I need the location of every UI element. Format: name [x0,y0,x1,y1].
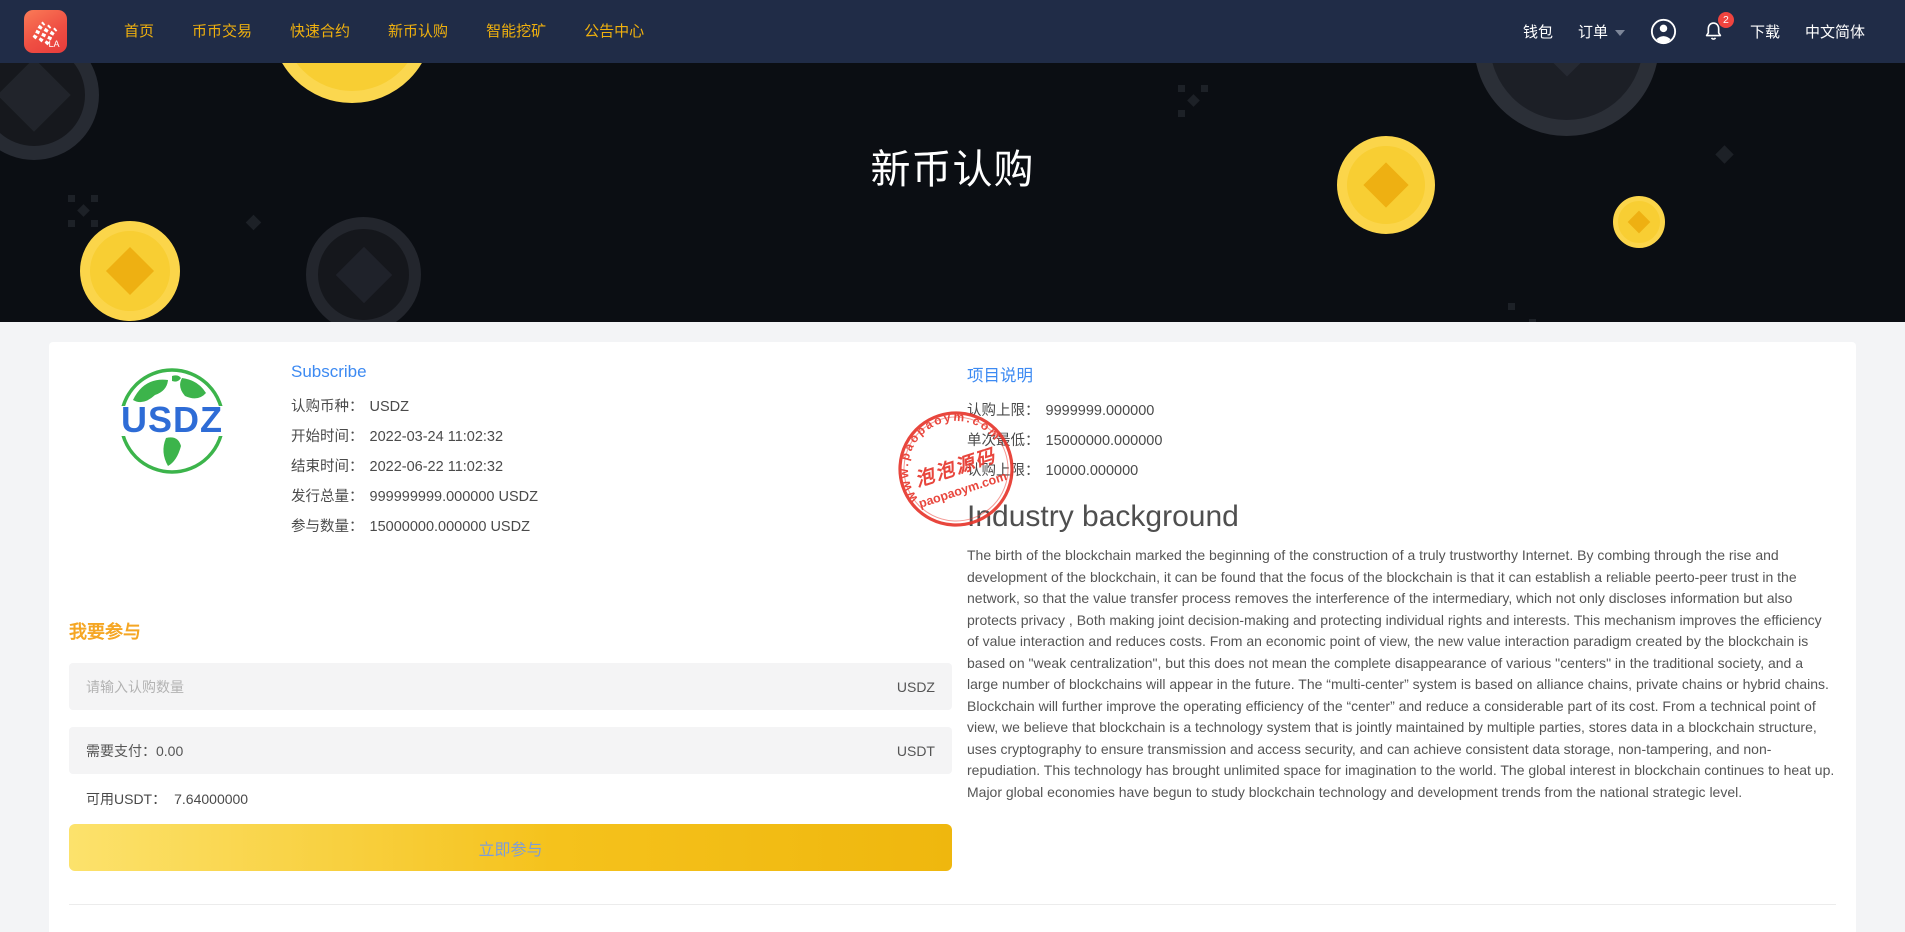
ribbon-logo-icon: LA [32,21,60,49]
nav-item-home[interactable]: 首页 [105,0,173,63]
usdz-logo-text: USDZ [121,399,223,440]
available-balance: 可用USDT： 7.64000000 [86,791,249,807]
language-selector[interactable]: 中文简体 [1805,21,1865,42]
usdz-globe-logo: USDZ [110,365,234,542]
gold-coin-decoration [80,221,180,321]
user-avatar-icon[interactable] [1650,18,1677,45]
dots-decoration [68,195,100,227]
orders-label: 订单 [1577,24,1608,41]
nav-item-smart-mining[interactable]: 智能挖矿 [467,0,565,63]
pay-unit-label: USDT [896,742,935,759]
gold-coin-decoration [1613,196,1665,248]
pay-amount: 需要支付：0.00 [86,742,184,759]
diamond-decoration [245,214,262,231]
participate-heading: 我要参与 [69,622,141,642]
subscribe-heading: Subscribe [291,362,367,381]
page-title: 新币认购 [870,148,1035,192]
project-description-panel: 项目说明 认购上限： 9999999.000000 单次最低： 15000000.0… [952,362,1836,871]
notification-badge: 2 [1717,12,1734,28]
amount-input[interactable] [86,678,897,695]
industry-background-heading: Industry background [967,500,1239,533]
participation-amount-row: 参与数量： 15000000.000000 USDZ [291,519,530,535]
orders-dropdown[interactable]: 订单 [1578,21,1625,42]
subscription-cap-row: 认购上限： 9999999.000000 [967,403,1155,419]
notification-bell-icon[interactable]: 2 [1702,12,1734,43]
nav-item-quick-contract[interactable]: 快速合约 [271,0,369,63]
subscription-card: USDZ Subscribe 认购币种： USDZ 开始时间： 2022-03-24… [49,342,1856,932]
top-nav-bar: LA 首页 币币交易 快速合约 新币认购 智能挖矿 公告中心 钱包 订单 2 下… [0,0,1905,63]
main-menu: 首页 币币交易 快速合约 新币认购 智能挖矿 公告中心 [105,0,663,63]
amount-field: USDZ [69,663,952,710]
min-per-order-row: 单次最低： 15000000.000000 [967,433,1163,449]
amount-unit-label: USDZ [896,678,935,695]
join-now-button[interactable]: 立即参与 [69,824,952,871]
wallet-link[interactable]: 钱包 [1523,21,1553,42]
download-link[interactable]: 下载 [1750,21,1780,42]
brand-logo-text: LA [48,39,59,49]
nav-item-new-coin-subscription[interactable]: 新币认购 [369,0,467,63]
subscribe-panel: USDZ Subscribe 认购币种： USDZ 开始时间： 2022-03-24… [69,362,952,871]
hero-banner: 新币认购 [0,63,1905,322]
subscribe-coin-row: 认购币种： USDZ [291,399,409,415]
end-time-row: 结束时间： 2022-06-22 11:02:32 [291,459,504,475]
chevron-down-icon [1614,30,1625,37]
nav-item-announcement-center[interactable]: 公告中心 [565,0,663,63]
nav-item-spot-trading[interactable]: 币币交易 [173,0,271,63]
avatar-icon [1650,18,1677,45]
dark-coin-decoration [306,217,421,322]
start-time-row: 开始时间： 2022-03-24 11:02:32 [291,429,504,445]
industry-background-paragraph: The birth of the blockchain marked the b… [967,547,1835,800]
brand-logo[interactable]: LA [24,10,67,53]
subscription-limit-row: 认购上限： 10000.000000 [967,463,1139,479]
dots-decoration [1508,303,1538,322]
nav-right-group: 钱包 订单 2 下载 中文简体 [1523,12,1865,45]
total-issuance-row: 发行总量： 999999999.000000 USDZ [291,489,538,505]
project-heading: 项目说明 [967,367,1033,385]
pay-display-field: 需要支付：0.00 USDT [69,727,952,774]
section-divider [69,904,1836,905]
